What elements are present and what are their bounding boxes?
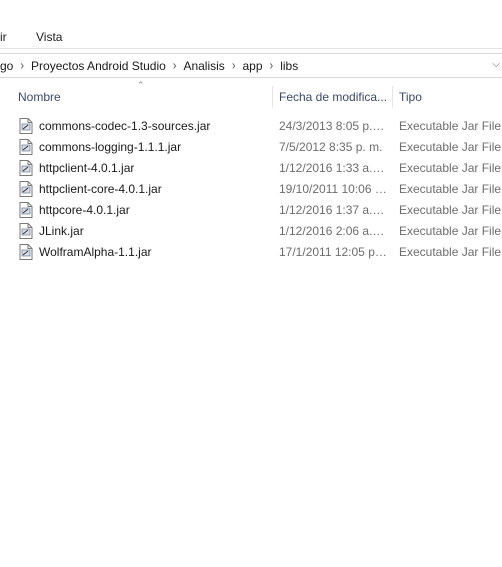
file-type: Executable Jar File xyxy=(399,140,502,154)
breadcrumb-analisis[interactable]: Analisis xyxy=(183,59,224,73)
chevron-right-icon[interactable]: › xyxy=(20,58,24,72)
file-row[interactable]: JLink.jar 1/12/2016 2:06 a. m. Executabl… xyxy=(0,221,502,242)
file-date: 19/10/2011 10:06 a... xyxy=(279,182,387,196)
file-type: Executable Jar File xyxy=(399,119,502,133)
file-name: commons-logging-1.1.1.jar xyxy=(39,140,182,154)
file-date: 1/12/2016 2:06 a. m. xyxy=(279,224,387,238)
menu-item-partial[interactable]: ir xyxy=(0,30,7,44)
address-bar[interactable]: go › Proyectos Android Studio › Analisis… xyxy=(0,53,502,78)
file-name: commons-codec-1.3-sources.jar xyxy=(39,119,211,133)
chevron-right-icon[interactable]: › xyxy=(173,58,177,72)
file-name: httpclient-core-4.0.1.jar xyxy=(39,182,162,196)
sort-up-icon: ⌃ xyxy=(137,80,145,90)
file-type: Executable Jar File xyxy=(399,203,502,217)
file-name: JLink.jar xyxy=(39,224,84,238)
column-header: ⌃ Nombre Fecha de modifica... Tipo xyxy=(0,80,502,110)
menu-item-vista[interactable]: Vista xyxy=(36,30,62,44)
file-list: commons-codec-1.3-sources.jar 24/3/2013 … xyxy=(0,116,502,263)
file-date: 1/12/2016 1:33 a. m. xyxy=(279,161,387,175)
breadcrumb-partial[interactable]: go xyxy=(0,59,13,73)
file-date: 1/12/2016 1:37 a. m. xyxy=(279,203,387,217)
file-type: Executable Jar File xyxy=(399,245,502,259)
file-name: WolframAlpha-1.1.jar xyxy=(39,245,152,259)
file-type: Executable Jar File xyxy=(399,161,502,175)
file-date: 17/1/2011 12:05 p.... xyxy=(279,245,387,259)
file-row[interactable]: WolframAlpha-1.1.jar 17/1/2011 12:05 p..… xyxy=(0,242,502,263)
jar-file-icon xyxy=(19,160,33,176)
chevron-right-icon[interactable]: › xyxy=(270,58,274,72)
column-type[interactable]: Tipo xyxy=(399,90,422,104)
chevron-right-icon[interactable]: › xyxy=(232,58,236,72)
file-type: Executable Jar File xyxy=(399,182,502,196)
file-row[interactable]: commons-codec-1.3-sources.jar 24/3/2013 … xyxy=(0,116,502,137)
file-row[interactable]: httpclient-core-4.0.1.jar 19/10/2011 10:… xyxy=(0,179,502,200)
file-date: 24/3/2013 8:05 p. m. xyxy=(279,119,387,133)
file-row[interactable]: commons-logging-1.1.1.jar 7/5/2012 8:35 … xyxy=(0,137,502,158)
jar-file-icon xyxy=(19,181,33,197)
file-type: Executable Jar File xyxy=(399,224,502,238)
file-name: httpcore-4.0.1.jar xyxy=(39,203,130,217)
jar-file-icon xyxy=(19,202,33,218)
column-date[interactable]: Fecha de modifica... xyxy=(279,90,387,104)
menu-bar: ir Vista xyxy=(0,0,502,49)
file-row[interactable]: httpclient-4.0.1.jar 1/12/2016 1:33 a. m… xyxy=(0,158,502,179)
jar-file-icon xyxy=(19,139,33,155)
file-name: httpclient-4.0.1.jar xyxy=(39,161,135,175)
column-divider[interactable] xyxy=(272,86,273,108)
jar-file-icon xyxy=(19,118,33,134)
jar-file-icon xyxy=(19,223,33,239)
breadcrumb-proyectos[interactable]: Proyectos Android Studio xyxy=(31,59,166,73)
file-row[interactable]: httpcore-4.0.1.jar 1/12/2016 1:37 a. m. … xyxy=(0,200,502,221)
file-date: 7/5/2012 8:35 p. m. xyxy=(279,140,383,154)
chevron-down-icon[interactable]: ⌵ xyxy=(492,59,500,70)
column-divider[interactable] xyxy=(392,86,393,108)
jar-file-icon xyxy=(19,244,33,260)
breadcrumb-libs[interactable]: libs xyxy=(280,59,298,73)
column-name[interactable]: Nombre xyxy=(18,90,61,104)
breadcrumb-app[interactable]: app xyxy=(242,59,262,73)
